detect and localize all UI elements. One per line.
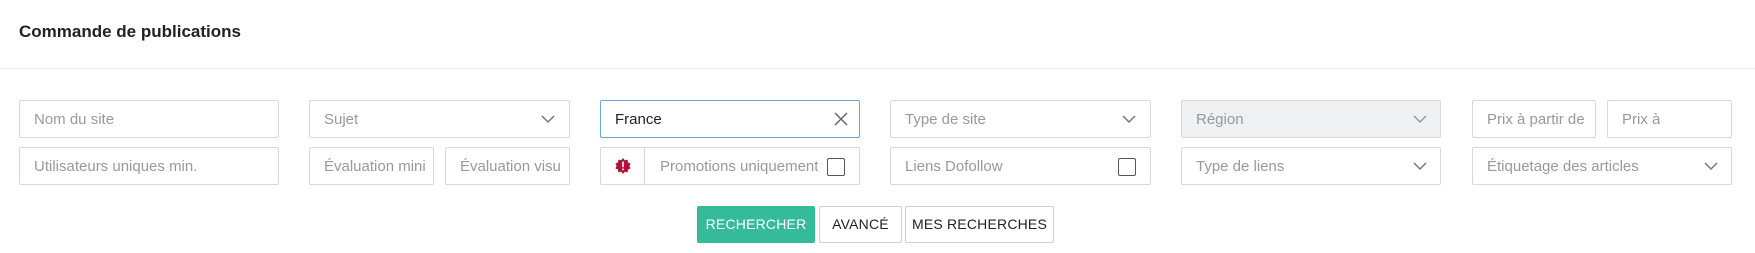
search-button[interactable]: RECHERCHER <box>697 206 815 243</box>
my-searches-button[interactable]: MES RECHERCHES <box>905 206 1054 243</box>
page-title: Commande de publications <box>19 22 241 41</box>
close-icon[interactable] <box>832 110 850 128</box>
unique-users-input[interactable]: Utilisateurs uniques min. <box>19 147 279 185</box>
promotions-label: Promotions uniquement <box>660 158 819 175</box>
article-tagging-select[interactable]: Étiquetage des articles <box>1472 147 1732 185</box>
dofollow-toggle[interactable]: Liens Dofollow <box>890 147 1151 185</box>
chevron-down-icon <box>1122 115 1136 124</box>
chevron-down-icon <box>1413 115 1427 124</box>
promo-badge-cell <box>601 148 645 184</box>
rating-visual-input[interactable]: Évaluation visu <box>445 147 570 185</box>
rating-min-input[interactable]: Évaluation mini <box>309 147 434 185</box>
header: Commande de publications <box>0 0 1755 69</box>
subject-placeholder: Sujet <box>324 111 359 128</box>
rating-visual-placeholder: Évaluation visu <box>460 158 561 175</box>
subject-select[interactable]: Sujet <box>309 100 570 138</box>
region-placeholder: Région <box>1196 111 1244 128</box>
region-select: Région <box>1181 100 1441 138</box>
promotions-only-toggle[interactable]: Promotions uniquement <box>600 147 860 185</box>
price-from-input[interactable]: Prix à partir de <box>1472 100 1596 138</box>
dofollow-label: Liens Dofollow <box>905 158 1003 175</box>
site-type-placeholder: Type de site <box>905 111 986 128</box>
site-name-placeholder: Nom du site <box>34 111 115 128</box>
site-type-select[interactable]: Type de site <box>890 100 1151 138</box>
chevron-down-icon <box>1704 162 1718 171</box>
dofollow-checkbox[interactable] <box>1118 158 1136 176</box>
link-type-placeholder: Type de liens <box>1196 158 1285 175</box>
chevron-down-icon <box>1413 162 1427 171</box>
country-select[interactable]: France <box>600 100 860 138</box>
link-type-select[interactable]: Type de liens <box>1181 147 1441 185</box>
price-to-input[interactable]: Prix à <box>1607 100 1732 138</box>
unique-users-placeholder: Utilisateurs uniques min. <box>34 158 198 175</box>
country-value: France <box>615 111 662 128</box>
article-tagging-placeholder: Étiquetage des articles <box>1487 158 1639 175</box>
promo-badge-icon <box>615 158 631 174</box>
price-from-placeholder: Prix à partir de <box>1487 111 1585 128</box>
promotions-checkbox[interactable] <box>827 158 845 176</box>
site-name-input[interactable]: Nom du site <box>19 100 279 138</box>
price-to-placeholder: Prix à <box>1622 111 1661 128</box>
advanced-button[interactable]: AVANCÉ <box>819 206 902 243</box>
chevron-down-icon <box>541 115 555 124</box>
rating-min-placeholder: Évaluation mini <box>324 158 426 175</box>
